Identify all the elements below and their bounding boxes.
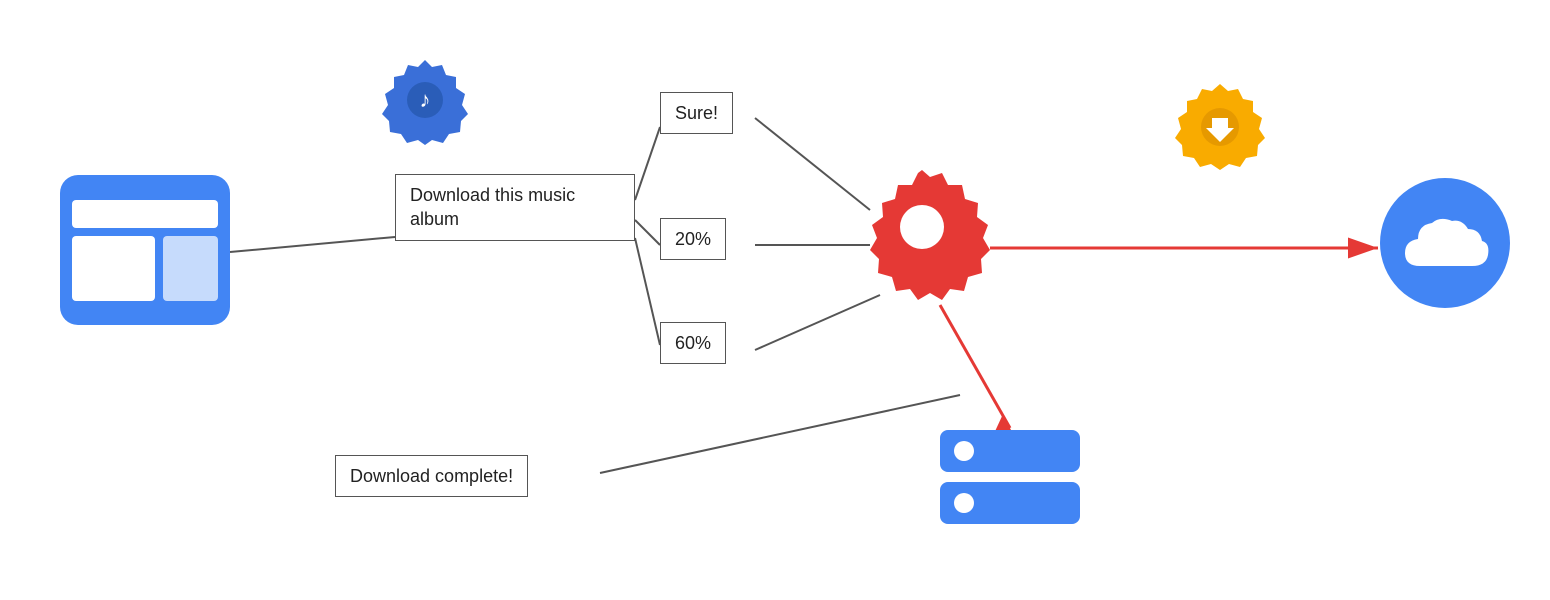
browser-right-panel [163, 236, 218, 301]
server-dot-1 [954, 441, 974, 461]
browser-top-bar [72, 200, 218, 228]
server-block-1 [940, 430, 1080, 472]
browser-left-panel [72, 236, 155, 301]
cloud-icon [1380, 178, 1510, 308]
download-music-label: Download this music album [410, 185, 575, 229]
server-block-2 [940, 482, 1080, 524]
diagram-canvas: ♪ Download this music album Sure! 20% 60… [0, 0, 1550, 600]
download-music-textbox: Download this music album [395, 174, 635, 241]
sure-label: Sure! [675, 103, 718, 123]
server-blocks [940, 430, 1080, 524]
browser-app-icon [60, 175, 230, 325]
red-gear-icon [850, 155, 995, 305]
download-complete-label: Download complete! [350, 466, 513, 486]
svg-text:♪: ♪ [420, 87, 431, 112]
music-badge-icon: ♪ [380, 55, 470, 150]
twenty-percent-textbox: 20% [660, 218, 726, 260]
sure-textbox: Sure! [660, 92, 733, 134]
diagram-arrows [0, 0, 1550, 600]
download-complete-textbox: Download complete! [335, 455, 528, 497]
twenty-percent-label: 20% [675, 229, 711, 249]
server-dot-2 [954, 493, 974, 513]
sixty-percent-textbox: 60% [660, 322, 726, 364]
yellow-download-badge-icon [1170, 80, 1270, 185]
browser-content-row [72, 236, 218, 301]
sixty-percent-label: 60% [675, 333, 711, 353]
